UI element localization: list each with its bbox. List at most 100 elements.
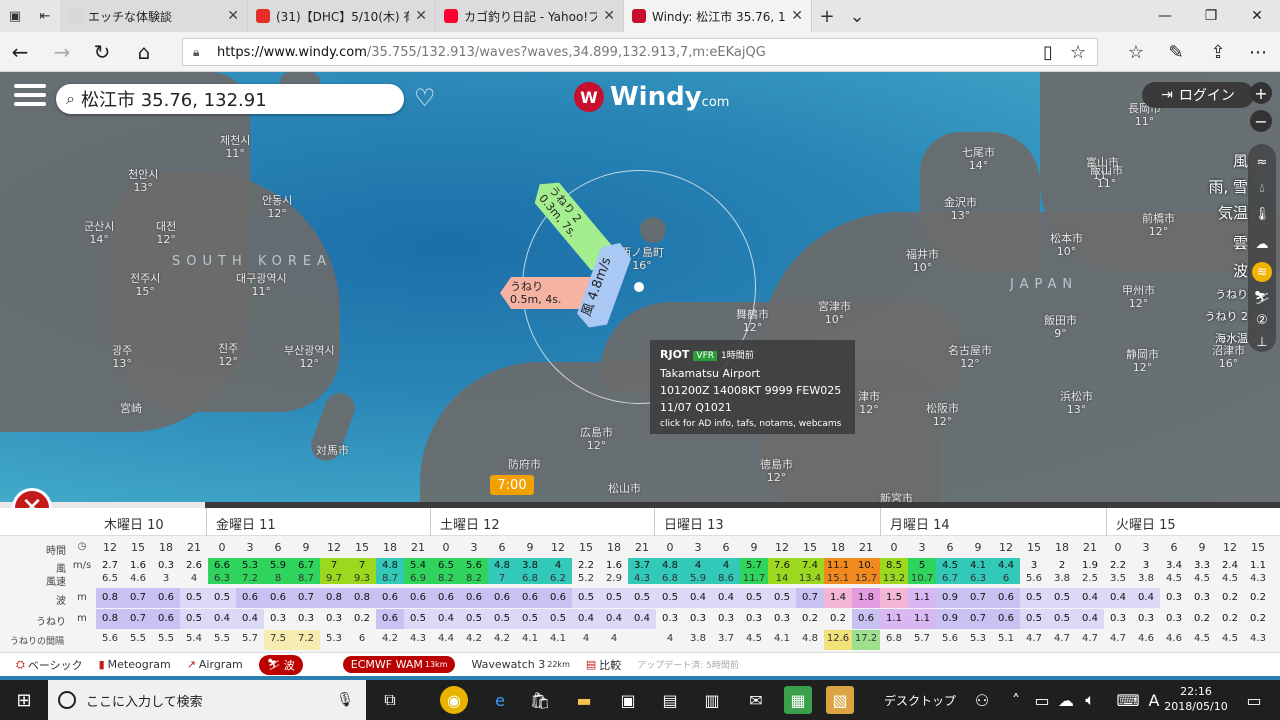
city-label[interactable]: 徳島市 12° bbox=[760, 458, 793, 484]
layer-icon[interactable]: 💧︎ bbox=[1252, 178, 1272, 198]
city-label[interactable]: 金沢市 13° bbox=[944, 196, 977, 222]
notification-icon[interactable]: ▭ bbox=[1240, 686, 1268, 714]
favorites-hub-icon[interactable]: ☆ bbox=[1124, 40, 1148, 64]
city-label[interactable]: 対馬市 bbox=[316, 444, 349, 457]
url-field[interactable]: 🔒︎ https://www.windy.com/35.755/132.913/… bbox=[182, 38, 1098, 66]
metar-hint[interactable]: click for AD info, tafs, notams, webcams bbox=[660, 416, 845, 433]
volume-icon[interactable]: 🔈︎ bbox=[1076, 686, 1104, 714]
city-label[interactable]: 甲州市 12° bbox=[1122, 284, 1155, 310]
tab-close-icon[interactable]: ✕ bbox=[791, 8, 803, 24]
forward-button[interactable]: → bbox=[50, 40, 74, 64]
taskbar-search[interactable]: ここに入力して検索 🎙︎ bbox=[48, 680, 366, 720]
city-label[interactable]: 防府市 bbox=[508, 458, 541, 471]
share-icon[interactable]: ⇪ bbox=[1206, 40, 1230, 64]
more-icon[interactable]: ⋯ bbox=[1246, 40, 1270, 64]
city-label[interactable]: 제천시 11° bbox=[220, 134, 250, 160]
layer-icon[interactable]: 🌡︎ bbox=[1252, 204, 1272, 224]
tab-close-icon[interactable]: ✕ bbox=[603, 8, 615, 24]
chrome-icon[interactable]: ◉ bbox=[440, 686, 468, 714]
browser-tab[interactable]: エッチな体験談 ✕ bbox=[60, 0, 248, 32]
browser-tab[interactable]: (31)【DHC】5/10(木) 有本香: ✕ bbox=[248, 0, 436, 32]
tab-aside-icon[interactable]: ⇤ bbox=[30, 0, 60, 32]
layer-label[interactable]: うねり 2 bbox=[1205, 308, 1249, 324]
location-marker[interactable] bbox=[634, 282, 644, 292]
city-label[interactable]: 飯山市 11° bbox=[1090, 164, 1123, 190]
zoom-out-button[interactable]: − bbox=[1250, 110, 1272, 132]
browser-tab[interactable]: カゴ釣り日記 - Yahoo!ブログ ✕ bbox=[436, 0, 624, 32]
app-icon-1[interactable]: ▣ bbox=[614, 686, 642, 714]
city-label[interactable]: 津市 12° bbox=[858, 390, 880, 416]
layer-label[interactable]: 海水温 bbox=[1215, 330, 1248, 346]
desktop-label[interactable]: デスクトップ bbox=[884, 692, 956, 709]
app-icon-2[interactable]: ▤ bbox=[656, 686, 684, 714]
city-label[interactable]: 松阪市 12° bbox=[926, 402, 959, 428]
app-icon-4[interactable]: ▦ bbox=[784, 686, 812, 714]
people-icon[interactable]: ⚇ bbox=[968, 686, 996, 714]
layer-label[interactable]: 雨, 雪 bbox=[1208, 176, 1248, 197]
city-label[interactable]: 前橋市 12° bbox=[1142, 212, 1175, 238]
app-icon-3[interactable]: ▥ bbox=[698, 686, 726, 714]
keyboard-icon[interactable]: ⌨ bbox=[1114, 686, 1142, 714]
mail-icon[interactable]: ✉ bbox=[742, 686, 770, 714]
back-button[interactable]: ← bbox=[8, 40, 32, 64]
tray-chevron-icon[interactable]: ˄ bbox=[1002, 686, 1030, 714]
login-button[interactable]: ⇥ ログイン bbox=[1142, 82, 1254, 108]
layer-label[interactable]: うねり bbox=[1215, 286, 1248, 302]
explorer-icon[interactable]: ▬ bbox=[570, 686, 598, 714]
city-label[interactable]: 부산광역시 12° bbox=[284, 344, 335, 370]
city-label[interactable]: 静岡市 12° bbox=[1126, 348, 1159, 374]
window-icon[interactable]: ▣ bbox=[0, 0, 30, 32]
model-ecmwf-wam[interactable]: ECMWF WAM 13km bbox=[342, 656, 456, 673]
layer-icon[interactable]: ≈ bbox=[1252, 152, 1272, 172]
city-label[interactable]: 松本市 10° bbox=[1050, 232, 1083, 258]
layer-label[interactable]: 気温 bbox=[1218, 202, 1248, 223]
minimize-button[interactable]: — bbox=[1142, 0, 1188, 32]
zoom-in-button[interactable]: + bbox=[1250, 82, 1272, 104]
city-label[interactable]: 전주시 15° bbox=[130, 272, 160, 298]
edge-icon[interactable]: e bbox=[486, 686, 514, 714]
tab-waves[interactable]: ⛷ 波 bbox=[258, 654, 303, 675]
city-label[interactable]: 広島市 12° bbox=[580, 426, 613, 452]
city-label[interactable]: 대구광역시 11° bbox=[236, 272, 287, 298]
tab-airgram[interactable]: ↗ Airgram bbox=[187, 658, 243, 671]
city-label[interactable]: 福井市 10° bbox=[906, 248, 939, 274]
tab-basic[interactable]: ⛭ ベーシック bbox=[16, 657, 83, 673]
browser-tab[interactable]: Windy: 松江市 35.76, 13 ✕ bbox=[624, 0, 812, 32]
layer-label[interactable]: 雲 bbox=[1233, 232, 1248, 253]
task-view-icon[interactable]: ⧉ bbox=[376, 686, 404, 714]
new-tab-button[interactable]: + bbox=[812, 0, 842, 32]
city-label[interactable]: 飯田市 9° bbox=[1044, 314, 1077, 340]
favorite-star-icon[interactable]: ☆ bbox=[1066, 40, 1090, 64]
layer-icon[interactable]: ⛷ bbox=[1252, 288, 1272, 308]
store-icon[interactable]: 🛍︎ bbox=[526, 686, 554, 714]
microphone-icon[interactable]: 🎙︎ bbox=[336, 692, 354, 708]
layer-icon[interactable]: ② bbox=[1252, 310, 1272, 330]
city-label[interactable]: 대전 12° bbox=[156, 220, 176, 246]
tab-close-icon[interactable]: ✕ bbox=[415, 8, 427, 24]
city-label[interactable]: 七尾市 14° bbox=[962, 146, 995, 172]
menu-icon[interactable] bbox=[14, 84, 46, 110]
metar-popup[interactable]: RJOT VFR 1時間前 Takamatsu Airport 101200Z 14… bbox=[650, 340, 855, 434]
city-label[interactable]: 松山市 bbox=[608, 482, 641, 495]
city-label[interactable]: 宮津市 10° bbox=[818, 300, 851, 326]
maximize-button[interactable]: ❐ bbox=[1188, 0, 1234, 32]
city-label[interactable]: 천안시 13° bbox=[128, 168, 158, 194]
city-label[interactable]: 沼津市 16° bbox=[1212, 344, 1245, 370]
city-label[interactable]: 名古屋市 12° bbox=[948, 344, 992, 370]
tab-list-button[interactable]: ⌄ bbox=[842, 0, 872, 32]
city-label[interactable]: 진주 12° bbox=[218, 342, 238, 368]
tab-close-icon[interactable]: ✕ bbox=[227, 8, 239, 24]
notes-icon[interactable]: ✎ bbox=[1164, 40, 1188, 64]
tab-meteogram[interactable]: ▮ Meteogram bbox=[99, 658, 171, 671]
model-wavewatch[interactable]: Wavewatch 3 22km bbox=[471, 658, 569, 671]
reading-view-icon[interactable]: ▯ bbox=[1036, 40, 1060, 64]
windows-start-icon[interactable]: ⊞ bbox=[0, 680, 48, 720]
layer-icon[interactable]: ⊥ bbox=[1252, 332, 1272, 352]
clock[interactable]: 22:16 2018/05/10 bbox=[1160, 684, 1232, 714]
map-view[interactable]: SOUTH KOREA JAPAN 제천시 11° 천안시 13° 안동시 12° 대전 12… bbox=[0, 72, 1280, 508]
city-label[interactable]: 浜松市 13° bbox=[1060, 390, 1093, 416]
city-label[interactable]: 宮崎 bbox=[120, 402, 142, 415]
home-icon[interactable]: ⌂ bbox=[132, 40, 156, 64]
layer-label[interactable]: 波 bbox=[1233, 260, 1248, 281]
tab-compare[interactable]: ▤ 比較 bbox=[586, 657, 621, 673]
